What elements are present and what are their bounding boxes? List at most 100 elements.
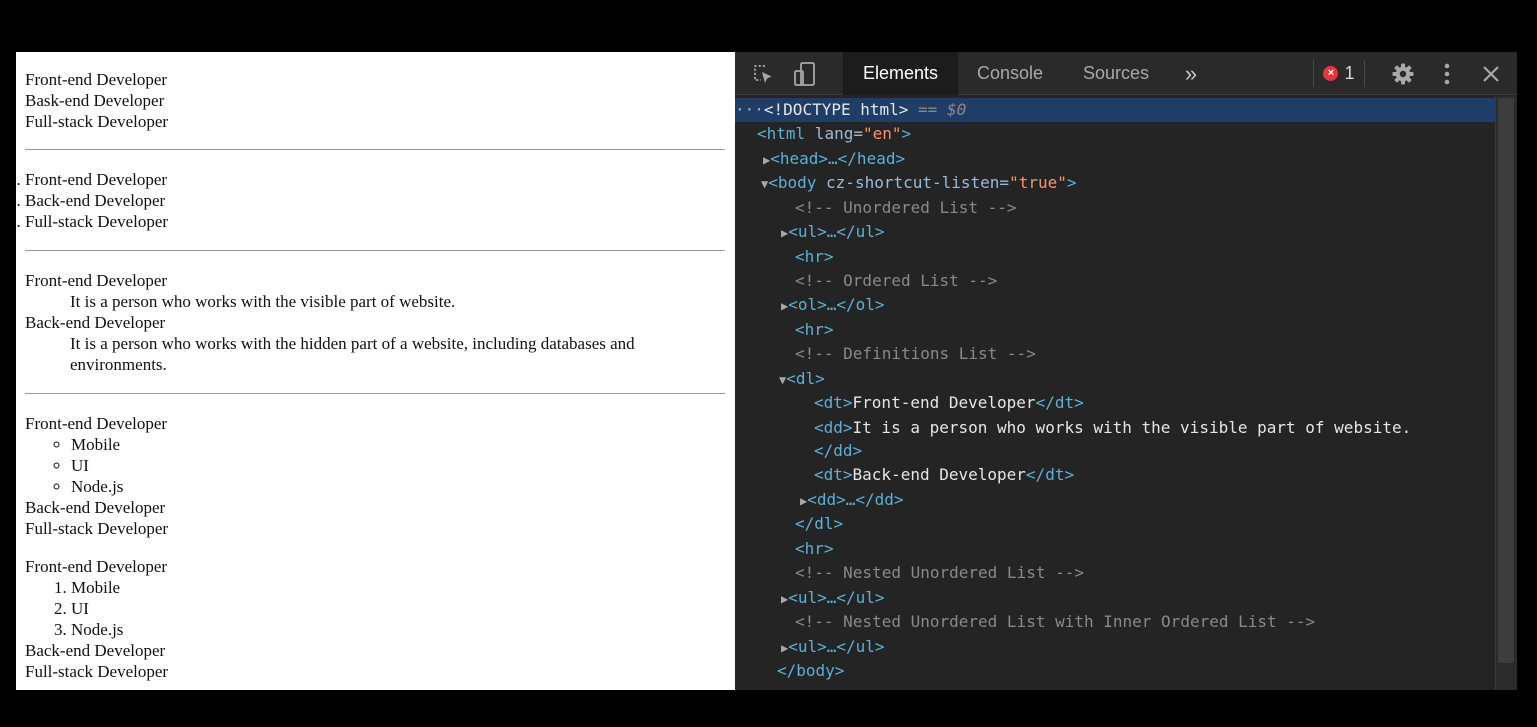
dom-node-hr[interactable]: <hr> xyxy=(735,537,1495,561)
list-item: Mobile xyxy=(71,577,725,598)
kebab-menu-icon[interactable] xyxy=(1431,52,1463,95)
tag-dd: <dd> xyxy=(814,418,853,437)
attr-cz: cz-shortcut-listen= xyxy=(816,173,1010,192)
list-item: Front-end Developer Mobile UI Node.js xyxy=(25,556,725,640)
tag-head: <head>…</head> xyxy=(770,149,906,168)
nested-unordered-list: Front-end Developer Mobile UI Node.js Ba… xyxy=(25,413,725,539)
tag-dl: <dl> xyxy=(786,369,825,388)
tag-ul: <ul>…</ul> xyxy=(788,588,885,607)
scrollbar[interactable] xyxy=(1495,96,1517,690)
list-item: Full-stack Developer xyxy=(25,111,725,132)
devtools-toolbar: Elements Console Sources » × 1 xyxy=(735,52,1517,95)
definition-list: Front-end Developer It is a person who w… xyxy=(25,270,725,375)
tag-html: <html xyxy=(757,124,806,143)
dom-node-dd[interactable]: <dd>It is a person who works with the vi… xyxy=(735,416,1495,440)
comment-text: <!-- Nested Unordered List with Inner Or… xyxy=(795,612,1316,631)
dom-node-ul[interactable]: ▶<ul>…</ul> xyxy=(735,220,1495,244)
list-item-label: Front-end Developer xyxy=(25,557,168,576)
list-item: Full-stack Developer xyxy=(25,518,725,539)
selected-marker: == $0 xyxy=(908,100,967,119)
tab-sources[interactable]: Sources xyxy=(1072,52,1160,95)
dom-node-hr[interactable]: <hr> xyxy=(735,318,1495,342)
node-text: It is a person who works with the visibl… xyxy=(852,418,1412,437)
tag-body: <body xyxy=(768,173,817,192)
tag-hr: <hr> xyxy=(795,247,834,266)
dom-tree[interactable]: ···<!DOCTYPE html> == $0 <html lang="en"… xyxy=(735,96,1495,690)
nested-list-with-ordered: Front-end Developer Mobile UI Node.js Ba… xyxy=(25,556,725,682)
ellipsis-icon[interactable]: ··· xyxy=(735,100,764,119)
tag-ol: <ol>…</ol> xyxy=(788,295,885,314)
dom-node-body[interactable]: ▼<body cz-shortcut-listen="true"> xyxy=(735,171,1495,195)
list-item: Front-end Developer xyxy=(25,169,725,190)
tag-ul: <ul>…</ul> xyxy=(788,637,885,656)
tag-ul: <ul>…</ul> xyxy=(788,222,885,241)
tab-elements[interactable]: Elements xyxy=(843,52,958,95)
list-item: Front-end Developer Mobile UI Node.js xyxy=(25,413,725,497)
dom-node-ul[interactable]: ▶<ul>…</ul> xyxy=(735,586,1495,610)
more-tabs-icon[interactable]: » xyxy=(1175,52,1207,95)
list-item-label: Front-end Developer xyxy=(25,414,168,433)
inner-ordered-list: Mobile UI Node.js xyxy=(25,577,725,640)
dom-node-dl-close[interactable]: </dl> xyxy=(735,512,1495,536)
error-count-badge[interactable]: × 1 xyxy=(1313,60,1365,87)
list-item: UI xyxy=(71,455,725,476)
attr-lang: lang= xyxy=(805,124,863,143)
dom-node-html[interactable]: <html lang="en"> xyxy=(735,122,1495,146)
list-item: Mobile xyxy=(71,434,725,455)
tag-dt: <dt> xyxy=(814,465,853,484)
comment-text: <!-- Definitions List --> xyxy=(795,344,1036,363)
dom-node-dt[interactable]: <dt>Back-end Developer</dt> xyxy=(735,463,1495,487)
tag-bracket: > xyxy=(901,124,912,143)
dom-node-doctype[interactable]: ···<!DOCTYPE html> == $0 xyxy=(735,98,1495,122)
dom-comment[interactable]: <!-- Nested Unordered List --> xyxy=(735,561,1495,585)
dom-comment[interactable]: <!-- Ordered List --> xyxy=(735,269,1495,293)
list-item: Front-end Developer xyxy=(25,69,725,90)
gear-icon[interactable] xyxy=(1387,52,1419,95)
dom-node-head[interactable]: ▶<head>…</head> xyxy=(735,147,1495,171)
tag-dt-close: </dt> xyxy=(1035,393,1084,412)
rendered-page: Front-end Developer Bask-end Developer F… xyxy=(16,52,735,690)
list-item: Node.js xyxy=(71,476,725,497)
devtools-panel: Elements Console Sources » × 1 ···<!DOCT… xyxy=(735,52,1517,690)
dom-node-hr[interactable]: <hr> xyxy=(735,245,1495,269)
comment-text: <!-- Unordered List --> xyxy=(795,198,1017,217)
dom-comment[interactable]: <!-- Unordered List --> xyxy=(735,196,1495,220)
node-text: Back-end Developer xyxy=(852,465,1026,484)
error-icon: × xyxy=(1323,66,1339,81)
list-item: Bask-end Developer xyxy=(25,90,725,111)
tag-dl-close: </dl> xyxy=(795,514,844,533)
tag-dd-close: </dd> xyxy=(814,441,863,460)
unordered-list: Front-end Developer Bask-end Developer F… xyxy=(25,69,725,132)
list-item: Full-stack Developer xyxy=(25,661,725,682)
tag-dt: <dt> xyxy=(814,393,853,412)
tag-dd: <dd>…</dd> xyxy=(807,490,904,509)
dom-node-dt[interactable]: <dt>Front-end Developer</dt> xyxy=(735,391,1495,415)
dom-comment[interactable]: <!-- Definitions List --> xyxy=(735,342,1495,366)
tag-hr: <hr> xyxy=(795,320,834,339)
doctype-text: <!DOCTYPE html> xyxy=(763,100,909,119)
scrollbar-thumb[interactable] xyxy=(1498,98,1514,663)
inspect-element-icon[interactable] xyxy=(747,52,779,95)
definition-term: Back-end Developer xyxy=(25,313,166,332)
device-toolbar-icon[interactable] xyxy=(789,52,821,95)
dom-node-dd-close[interactable]: </dd> xyxy=(735,439,1495,463)
dom-node-dl[interactable]: ▼<dl> xyxy=(735,367,1495,391)
dom-node-dd[interactable]: ▶<dd>…</dd> xyxy=(735,488,1495,512)
dom-node-ol[interactable]: ▶<ol>…</ol> xyxy=(735,293,1495,317)
tag-bracket: > xyxy=(1066,173,1077,192)
list-item: Back-end Developer xyxy=(25,190,725,211)
list-item: UI xyxy=(71,598,725,619)
error-count: 1 xyxy=(1344,63,1355,83)
dom-node-ul[interactable]: ▶<ul>…</ul> xyxy=(735,635,1495,659)
ordered-list: Front-end Developer Back-end Developer F… xyxy=(25,169,725,232)
attr-value: "en" xyxy=(862,124,902,143)
tab-console[interactable]: Console xyxy=(962,52,1058,95)
close-icon[interactable] xyxy=(1475,52,1507,95)
dom-comment[interactable]: <!-- Nested Unordered List with Inner Or… xyxy=(735,610,1495,634)
node-text: Front-end Developer xyxy=(852,393,1036,412)
comment-text: <!-- Ordered List --> xyxy=(795,271,998,290)
tag-hr: <hr> xyxy=(795,539,834,558)
list-item: Node.js xyxy=(71,619,725,640)
definition-term: Front-end Developer xyxy=(25,271,168,290)
dom-node-body-close[interactable]: </body> xyxy=(735,659,1495,683)
